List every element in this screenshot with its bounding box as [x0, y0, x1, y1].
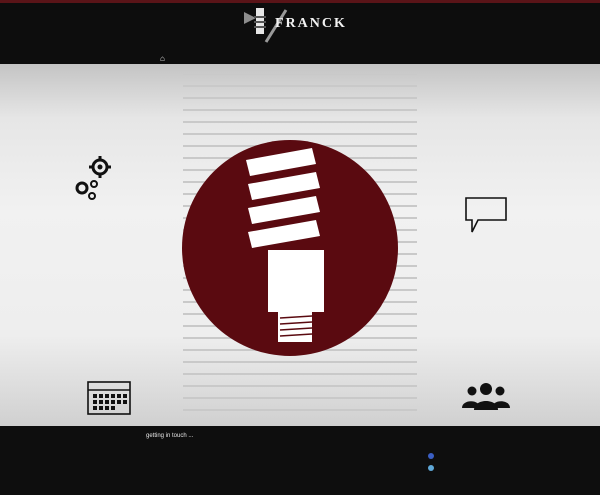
users-icon: [462, 383, 510, 410]
facebook-icon[interactable]: [428, 453, 434, 459]
main-nav: ⌂: [160, 53, 263, 63]
footer-title: getting in touch ...: [146, 433, 194, 439]
speech-bubble-icon: [465, 197, 507, 233]
light-bulb-icon: [246, 148, 324, 342]
header-accent-line: [0, 0, 600, 3]
calendar-icon: [87, 381, 131, 415]
footer: getting in touch ...: [0, 426, 600, 495]
gears-icon: [75, 156, 111, 200]
twitter-icon[interactable]: [428, 465, 434, 471]
home-icon[interactable]: ⌂: [160, 54, 165, 63]
brand-name: FRANCK: [275, 16, 347, 31]
header-bar: FRANCK ⌂: [0, 0, 600, 64]
